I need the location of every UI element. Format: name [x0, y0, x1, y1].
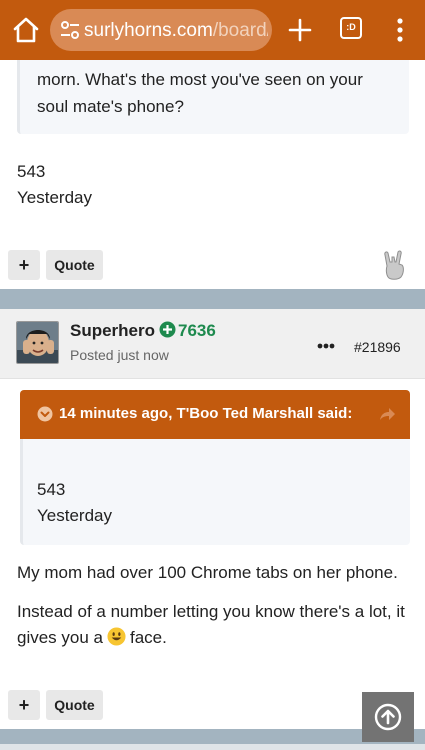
next-post-edge	[0, 744, 425, 750]
url-host: surlyhorns.com	[84, 20, 213, 41]
arrow-up-circle-icon	[374, 703, 402, 731]
tab-switcher-button[interactable]: :D	[340, 17, 362, 39]
chevron-down-circle-icon[interactable]	[37, 406, 53, 422]
post-paragraph-2: Instead of a number letting you know the…	[17, 599, 412, 651]
previous-post-line-2: Yesterday	[17, 188, 92, 207]
more-vertical-icon[interactable]	[392, 15, 408, 45]
plus-circle-icon	[159, 321, 176, 338]
rock-on-hand-icon[interactable]	[381, 249, 407, 281]
reputation-count: 7636	[178, 321, 216, 340]
quote-line-2: Yesterday	[37, 506, 112, 525]
url-path: /board/	[212, 20, 268, 41]
smiley-emoji-icon	[107, 627, 126, 646]
quote-body	[20, 439, 410, 545]
plus-icon[interactable]	[286, 16, 314, 44]
quote-button[interactable]: Quote	[46, 690, 103, 720]
posted-time[interactable]: Posted just now	[70, 345, 169, 365]
more-horizontal-icon[interactable]	[317, 343, 335, 349]
previous-quote-text: morn. What's the most you've seen on you…	[37, 70, 363, 116]
post-paragraph-1: My mom had over 100 Chrome tabs on her p…	[17, 563, 398, 582]
quote-line-1: 543	[37, 480, 66, 499]
add-multiquote-button[interactable]: +	[8, 690, 40, 720]
post-paragraph-2-end: face.	[130, 628, 167, 647]
username-link[interactable]: Superhero	[70, 320, 155, 342]
scroll-to-top-button[interactable]	[362, 692, 414, 742]
add-multiquote-button[interactable]: +	[8, 250, 40, 280]
avatar[interactable]	[16, 321, 59, 364]
quote-attribution[interactable]: 14 minutes ago, T'Boo Ted Marshall said:	[59, 404, 352, 424]
quote-button[interactable]: Quote	[46, 250, 103, 280]
post-paragraph-2-text: Instead of a number letting you know the…	[17, 602, 405, 647]
post-number-link[interactable]: #21896	[354, 337, 401, 357]
post-divider	[0, 289, 425, 309]
site-settings-icon[interactable]	[58, 18, 82, 42]
share-arrow-icon[interactable]	[378, 406, 396, 422]
previous-post-line-1: 543	[17, 162, 46, 181]
home-icon[interactable]	[10, 14, 42, 46]
url-text[interactable]: surlyhorns.com/board/	[84, 18, 268, 44]
